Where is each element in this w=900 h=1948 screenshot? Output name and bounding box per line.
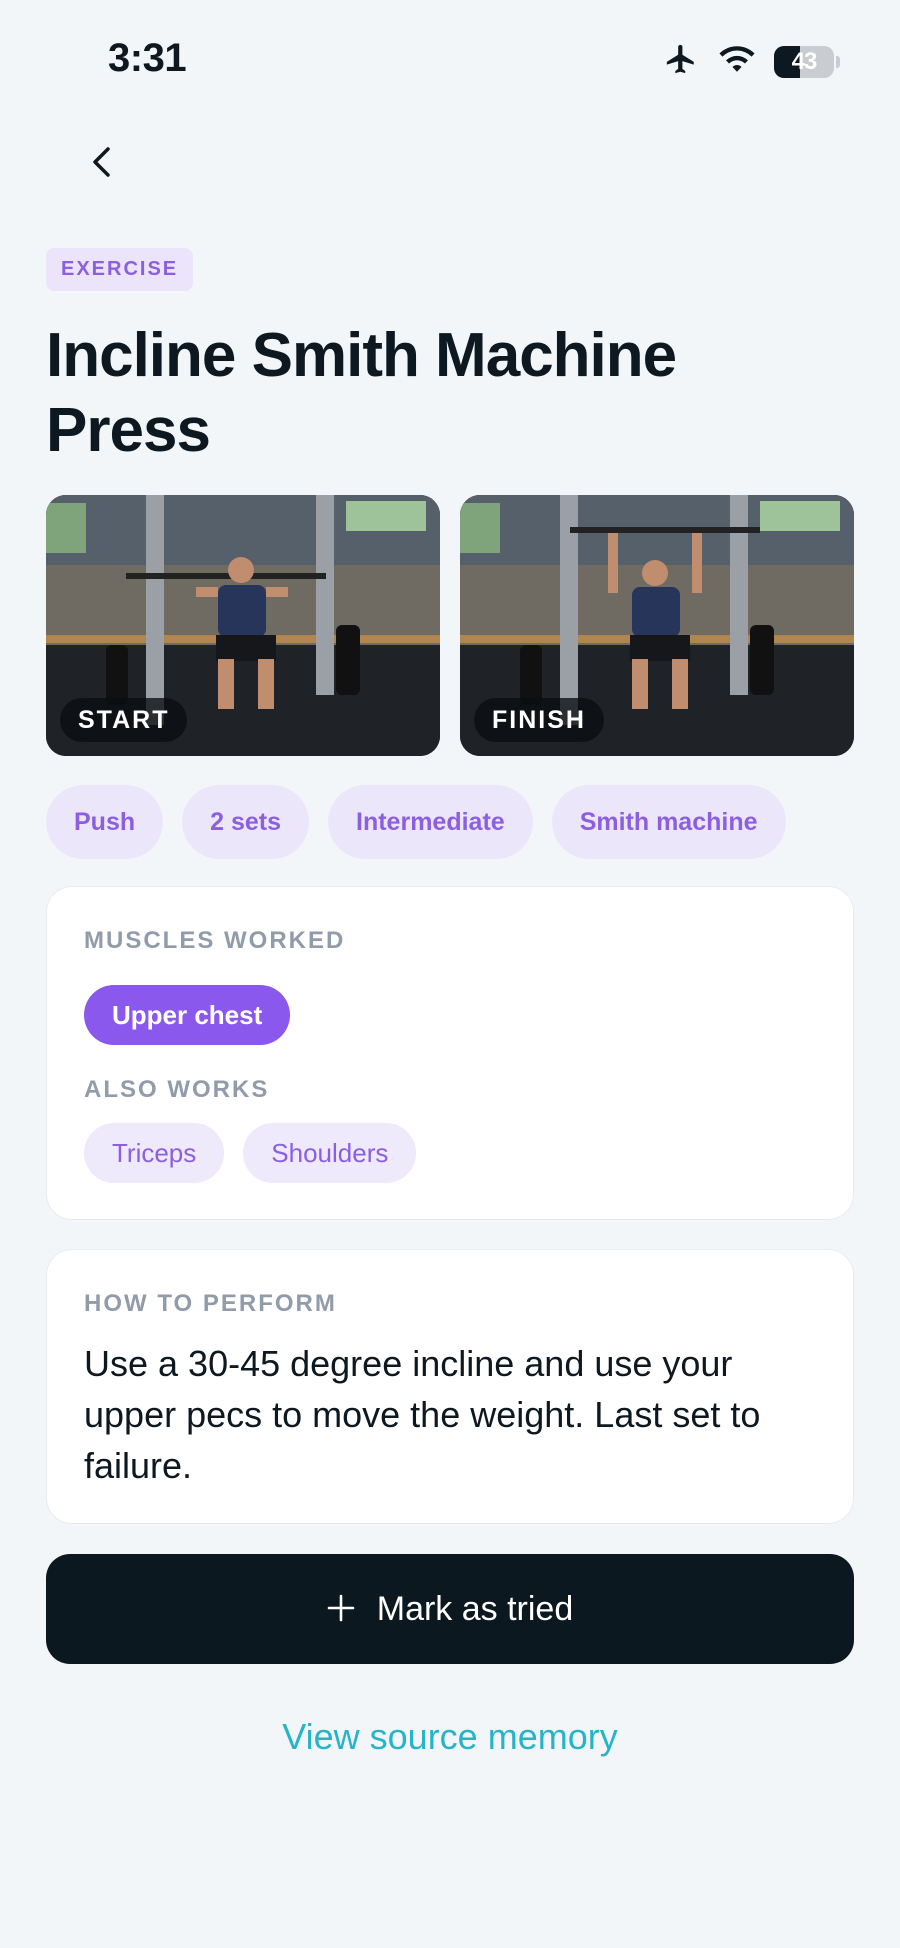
chevron-left-icon <box>93 147 110 177</box>
primary-muscle-pill: Upper chest <box>84 985 291 1045</box>
chip-sets: 2 sets <box>182 785 310 859</box>
chip-equipment: Smith machine <box>551 785 786 859</box>
finish-photo[interactable]: FINISH <box>460 495 854 756</box>
exercise-tag: EXERCISE <box>46 248 194 291</box>
battery-cap <box>836 55 840 68</box>
exercise-detail-screen: 3:31 43 EXERCISE Incline Smith Machine P… <box>0 0 900 1948</box>
secondary-muscle-pill: Shoulders <box>243 1123 417 1183</box>
battery-level: 43 <box>791 47 818 75</box>
exercise-title: Incline Smith Machine Press <box>46 321 677 465</box>
battery-icon: 43 <box>774 45 840 78</box>
airplane-icon <box>662 42 700 81</box>
also-works-label: ALSO WORKS <box>84 1076 270 1103</box>
start-label: START <box>60 698 188 742</box>
how-to-text: Use a 30-45 degree incline and use your … <box>84 1343 761 1486</box>
status-icons: 43 <box>662 42 840 81</box>
plus-icon <box>327 1589 355 1629</box>
muscles-card: MUSCLES WORKED Upper chest ALSO WORKS Tr… <box>46 886 854 1220</box>
wifi-icon <box>718 44 756 79</box>
secondary-muscles: Triceps Shoulders <box>84 1123 417 1183</box>
exercise-photos: START FINISH <box>46 495 854 756</box>
chip-difficulty: Intermediate <box>328 785 533 859</box>
how-to-card: HOW TO PERFORM Use a 30-45 degree inclin… <box>46 1249 854 1524</box>
exercise-chips: Push 2 sets Intermediate Smith machine <box>46 785 786 859</box>
secondary-muscle-pill: Triceps <box>84 1123 225 1183</box>
chip-movement: Push <box>46 785 164 859</box>
start-photo[interactable]: START <box>46 495 440 756</box>
battery-body: 43 <box>774 45 834 78</box>
mark-as-tried-button[interactable]: Mark as tried <box>46 1554 854 1664</box>
how-to-label: HOW TO PERFORM <box>84 1290 337 1317</box>
muscles-worked-label: MUSCLES WORKED <box>84 927 346 954</box>
view-source-memory-link[interactable]: View source memory <box>0 1716 900 1758</box>
status-time: 3:31 <box>108 36 187 80</box>
back-button[interactable] <box>80 140 124 184</box>
finish-label: FINISH <box>474 698 604 742</box>
mark-as-tried-label: Mark as tried <box>376 1589 574 1628</box>
